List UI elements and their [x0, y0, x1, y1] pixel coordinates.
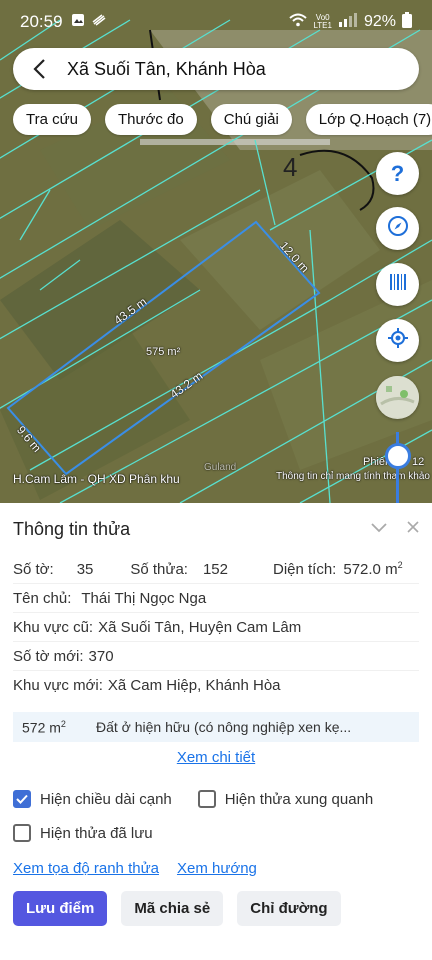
question-mark-icon: ?: [390, 160, 405, 186]
row-owner: Tên chủ: Thái Thị Ngọc Nga: [13, 584, 419, 613]
plot-number-label: Số thửa:: [130, 560, 188, 578]
opacity-slider-handle[interactable]: [385, 443, 411, 469]
row-new-area: Khu vực mới: Xã Cam Hiệp, Khánh Hòa: [13, 671, 419, 700]
view-detail-link[interactable]: Xem chi tiết: [177, 749, 255, 766]
gallery-icon: [71, 13, 85, 32]
battery-icon: [402, 11, 412, 33]
close-icon[interactable]: [407, 520, 419, 538]
show-edge-lengths-label: Hiện chiều dài cạnh: [40, 790, 172, 808]
owner-label: Tên chủ:: [13, 589, 72, 607]
area-label: Diện tích:: [272, 560, 337, 578]
collapse-chevron-icon[interactable]: [371, 520, 387, 538]
sheet-number-value: 35: [76, 560, 94, 578]
chip-measure[interactable]: Thước đo: [105, 104, 197, 135]
crosshair-location-icon: [387, 327, 409, 354]
compass-button[interactable]: [376, 207, 419, 250]
barcode-button[interactable]: [376, 263, 419, 306]
show-neighbors-checkbox[interactable]: Hiện thửa xung quanh: [197, 788, 374, 810]
vibrate-icon: [91, 13, 107, 32]
row-old-area: Khu vực cũ: Xã Suối Tân, Huyện Cam Lâm: [13, 613, 419, 642]
old-area-label: Khu vực cũ:: [13, 618, 94, 636]
parcel-area-label: 575 m²: [146, 346, 181, 358]
land-use-area: 572 m2: [22, 718, 66, 736]
view-direction-link[interactable]: Xem hướng: [177, 860, 257, 877]
panel-title: Thông tin thửa: [13, 518, 131, 539]
checkbox-unchecked-icon[interactable]: [13, 824, 31, 842]
signal-icon: [338, 12, 358, 32]
new-area-label: Khu vực mới:: [13, 677, 103, 694]
row-sheet-plot-area: Số tờ: 35 Số thửa: 152 Diện tích: 572.0 …: [13, 555, 419, 584]
share-code-button[interactable]: Mã chia sẻ: [121, 891, 224, 926]
wifi-icon: [289, 13, 308, 32]
save-point-button[interactable]: Lưu điểm: [13, 891, 108, 926]
new-sheet-label: Số tờ mới:: [13, 647, 84, 665]
my-location-button[interactable]: [376, 319, 419, 362]
checkbox-unchecked-icon[interactable]: [197, 790, 216, 808]
land-use-description: Đất ở hiện hữu (có nông nghiệp xen kẹ...: [96, 719, 352, 735]
watermark-label: Guland: [204, 462, 237, 473]
new-area-value: Xã Cam Hiệp, Khánh Hòa: [107, 677, 281, 694]
back-arrow-icon[interactable]: [27, 57, 51, 81]
map-tool-chips: Tra cứu Thước đo Chú giải Lớp Q.Hoạch (7…: [13, 104, 432, 135]
chip-planning-layers[interactable]: Lớp Q.Hoạch (7): [305, 104, 432, 135]
version-suffix: 12: [412, 456, 425, 468]
checkbox-checked-icon[interactable]: [13, 790, 31, 808]
help-button[interactable]: ?: [376, 152, 419, 195]
row-new-sheet: Số tờ mới: 370: [13, 642, 419, 671]
owner-value: Thái Thị Ngọc Nga: [81, 589, 207, 607]
sheet-number-label: Số tờ:: [13, 560, 54, 578]
layer-label: H.Cam Lâm - QH XD Phân khu: [13, 472, 180, 486]
chip-lookup[interactable]: Tra cứu: [13, 104, 91, 135]
chip-legend[interactable]: Chú giải: [210, 104, 292, 135]
old-area-value: Xã Suối Tân, Huyện Cam Lâm: [98, 618, 302, 636]
directions-button[interactable]: Chỉ đường: [237, 891, 341, 926]
status-time: 20:59: [20, 12, 63, 31]
plot-number-value: 152: [202, 560, 228, 578]
compass-icon: [387, 215, 409, 242]
show-edge-lengths-checkbox[interactable]: Hiện chiều dài cạnh: [13, 788, 172, 810]
parcel-number-label: 4: [283, 152, 298, 182]
barcode-icon: [388, 272, 408, 297]
location-title[interactable]: Xã Suối Tân, Khánh Hòa: [67, 59, 266, 80]
new-sheet-value: 370: [88, 647, 114, 665]
disclaimer-label: Thông tin chỉ mang tính tham khảo: [276, 471, 430, 482]
show-saved-checkbox[interactable]: Hiện thửa đã lưu: [13, 822, 419, 844]
search-bar[interactable]: Xã Suối Tân, Khánh Hòa: [13, 48, 419, 90]
parcel-info-panel: Thông tin thửa Số tờ: 35 Số thửa: 152 Di…: [0, 503, 432, 960]
show-neighbors-label: Hiện thửa xung quanh: [224, 790, 374, 808]
map-thumbnail-icon: [376, 376, 419, 419]
land-use-row[interactable]: 572 m2 Đất ở hiện hữu (có nông nghiệp xe…: [13, 712, 419, 742]
area-value: 572.0 m2: [343, 560, 403, 578]
basemap-switch-button[interactable]: [376, 376, 419, 419]
view-boundary-coords-link[interactable]: Xem tọa độ ranh thửa: [13, 860, 159, 877]
network-indicator: Vo0 LTE1: [313, 13, 332, 30]
battery-percent: 92%: [363, 13, 396, 30]
status-bar: 20:59 Vo0 LTE1 92%: [0, 0, 432, 44]
show-saved-label: Hiện thửa đã lưu: [40, 824, 153, 842]
